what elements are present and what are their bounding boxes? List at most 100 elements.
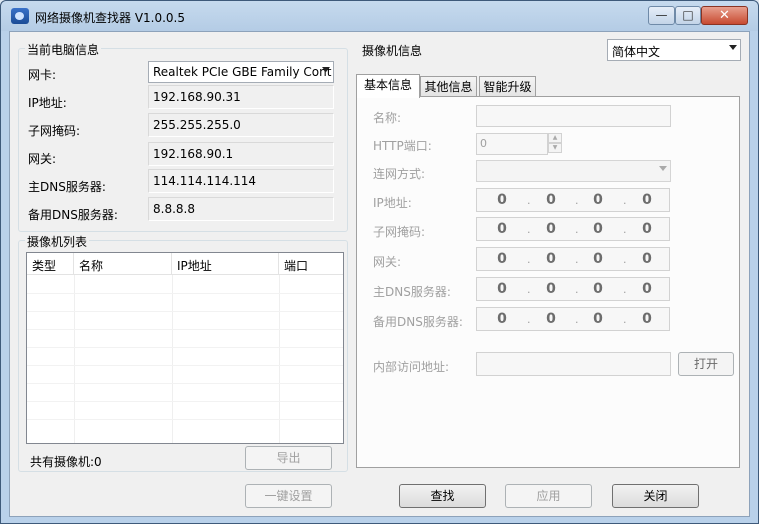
cam-ip-label: IP地址: [373, 196, 412, 210]
cam-mask-input[interactable]: 0. 0. 0. 0 [476, 217, 670, 241]
ip-octet: 0 [546, 251, 556, 267]
cam-dns1-label: 主DNS服务器: [373, 285, 451, 299]
ip-octet: 0 [593, 281, 603, 297]
tab-smart-upgrade[interactable]: 智能升级 [479, 76, 536, 97]
cam-gateway-label: 网关: [373, 255, 402, 269]
http-port-input[interactable]: 0 [476, 133, 548, 155]
ip-octet: 0 [593, 251, 603, 267]
cam-name-input[interactable] [476, 105, 671, 127]
grid-line [27, 365, 343, 366]
close-window-button[interactable]: ✕ [701, 6, 748, 25]
pc-ip-label: IP地址: [28, 96, 67, 110]
port-spin-down[interactable]: ▼ [548, 143, 562, 153]
ip-dot: . [575, 223, 579, 236]
ip-octet: 0 [642, 311, 652, 327]
cam-dns1-input[interactable]: 0. 0. 0. 0 [476, 277, 670, 301]
grid-line [27, 311, 343, 312]
chevron-down-icon [322, 67, 330, 72]
pc-dns2-value: 8.8.8.8 [148, 197, 334, 221]
ip-dot: . [527, 283, 531, 296]
nic-label: 网卡: [28, 68, 57, 82]
internal-addr-input[interactable] [476, 352, 671, 376]
cam-dns2-label: 备用DNS服务器: [373, 315, 463, 329]
nic-select-value: Realtek PCIe GBE Family Cont [153, 65, 332, 79]
ip-octet: 0 [497, 281, 507, 297]
pc-dns1-label: 主DNS服务器: [28, 180, 106, 194]
close-button[interactable]: 关闭 [612, 484, 699, 508]
cam-mask-label: 子网掩码: [373, 225, 426, 239]
ip-octet: 0 [497, 251, 507, 267]
ip-octet: 0 [546, 281, 556, 297]
main-window: 网络摄像机查找器 V1.0.0.5 — □ ✕ 当前电脑信息 网卡: Realt… [0, 0, 759, 524]
ip-dot: . [575, 253, 579, 266]
ip-dot: . [623, 194, 627, 207]
minimize-icon: — [655, 8, 668, 22]
camera-count: 共有摄像机:0 [30, 455, 102, 469]
language-select[interactable]: 简体中文 [607, 39, 741, 61]
close-icon: ✕ [719, 8, 730, 23]
tab-other-info[interactable]: 其他信息 [420, 76, 477, 97]
ip-octet: 0 [642, 251, 652, 267]
col-header-type[interactable]: 类型 [27, 253, 74, 275]
ip-dot: . [623, 313, 627, 326]
camera-info-title: 摄像机信息 [362, 44, 423, 58]
grid-line [27, 383, 343, 384]
ip-octet: 0 [642, 192, 652, 208]
ip-dot: . [575, 194, 579, 207]
port-spin-up[interactable]: ▲ [548, 133, 562, 143]
ip-dot: . [623, 223, 627, 236]
search-button[interactable]: 查找 [399, 484, 486, 508]
open-button[interactable]: 打开 [678, 352, 734, 376]
pc-info-title: 当前电脑信息 [25, 41, 102, 58]
camera-list-title: 摄像机列表 [25, 233, 90, 250]
language-select-value: 简体中文 [612, 45, 661, 59]
col-header-port[interactable]: 端口 [279, 253, 343, 275]
grid-line [27, 347, 343, 348]
camera-list[interactable]: 类型 名称 IP地址 端口 [26, 252, 344, 444]
export-button[interactable]: 导出 [245, 446, 332, 470]
minimize-button[interactable]: — [648, 6, 675, 25]
ip-octet: 0 [497, 221, 507, 237]
cam-gateway-input[interactable]: 0. 0. 0. 0 [476, 247, 670, 271]
ip-dot: . [623, 283, 627, 296]
pc-ip-value: 192.168.90.31 [148, 85, 334, 109]
ip-dot: . [527, 194, 531, 207]
pc-mask-label: 子网掩码: [28, 124, 81, 138]
ip-octet: 0 [642, 221, 652, 237]
cam-name-label: 名称: [373, 111, 402, 125]
camera-list-header: 类型 名称 IP地址 端口 [27, 253, 343, 275]
ip-dot: . [575, 313, 579, 326]
maximize-button[interactable]: □ [675, 6, 701, 25]
ip-octet: 0 [497, 192, 507, 208]
basic-info-page: 名称: HTTP端口: 0 ▲ ▼ 连网方式: IP地址: 0. 0. 0. 0… [356, 96, 740, 468]
pc-mask-value: 255.255.255.0 [148, 113, 334, 137]
ip-octet: 0 [593, 311, 603, 327]
col-header-ip[interactable]: IP地址 [172, 253, 279, 275]
pc-gateway-value: 192.168.90.1 [148, 142, 334, 166]
title-bar[interactable]: 网络摄像机查找器 V1.0.0.5 — □ ✕ [1, 1, 758, 31]
ip-dot: . [527, 223, 531, 236]
pc-dns1-value: 114.114.114.114 [148, 169, 334, 193]
ip-octet: 0 [593, 221, 603, 237]
col-header-name[interactable]: 名称 [74, 253, 172, 275]
ip-octet: 0 [642, 281, 652, 297]
cam-ip-input[interactable]: 0. 0. 0. 0 [476, 188, 670, 212]
pc-gateway-label: 网关: [28, 152, 57, 166]
one-key-setup-button[interactable]: 一键设置 [245, 484, 332, 508]
window-title: 网络摄像机查找器 V1.0.0.5 [35, 11, 186, 25]
maximize-icon: □ [682, 8, 694, 22]
ip-octet: 0 [546, 192, 556, 208]
chevron-down-icon [729, 45, 737, 50]
http-port-label: HTTP端口: [373, 139, 432, 153]
apply-button[interactable]: 应用 [505, 484, 592, 508]
grid-line [27, 329, 343, 330]
cam-dns2-input[interactable]: 0. 0. 0. 0 [476, 307, 670, 331]
nic-select[interactable]: Realtek PCIe GBE Family Cont [148, 61, 334, 83]
app-icon [11, 8, 29, 24]
grid-line [27, 293, 343, 294]
pc-dns2-label: 备用DNS服务器: [28, 208, 118, 222]
tab-basic-info[interactable]: 基本信息 [356, 74, 420, 98]
connect-mode-select[interactable] [476, 160, 671, 182]
ip-octet: 0 [546, 221, 556, 237]
ip-octet: 0 [593, 192, 603, 208]
